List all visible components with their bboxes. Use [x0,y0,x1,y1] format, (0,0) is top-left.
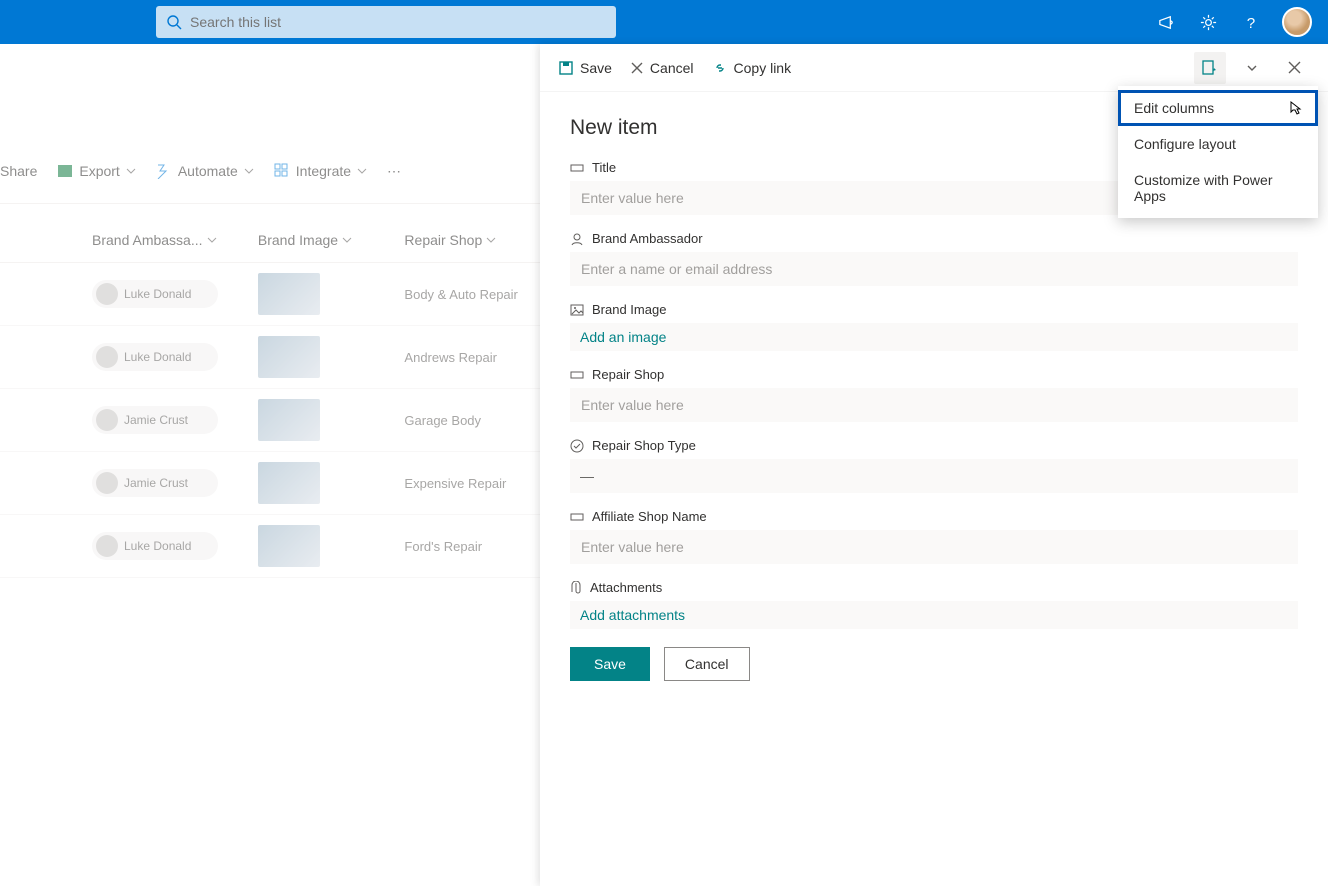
sidebar-item-label: Share [0,163,37,179]
text-icon [570,511,584,523]
thumb-image [258,399,320,441]
automate-button: Automate [156,163,254,179]
panel-command-bar: Save Cancel Copy link [540,44,1328,92]
link-icon [712,60,728,76]
choice-icon [570,439,584,453]
close-icon [630,61,644,75]
customize-powerapps-menu-item[interactable]: Customize with Power Apps [1118,162,1318,214]
excel-icon [57,163,73,179]
chevron-down-icon [244,166,254,176]
edit-form-icon [1201,59,1219,77]
save-label: Save [580,60,612,76]
field-label: Repair Shop Type [592,438,696,453]
field-label: Brand Ambassador [592,231,703,246]
suite-header: ? [0,0,1328,44]
close-icon [1287,60,1302,75]
megaphone-icon[interactable] [1156,12,1176,32]
field-label: Repair Shop [592,367,664,382]
chevron-down-icon [357,166,367,176]
field-label: Brand Image [592,302,666,317]
export-button: Export [57,163,135,179]
repair-type-select[interactable]: — [570,459,1298,493]
field-label: Attachments [590,580,662,595]
cancel-label: Cancel [650,60,694,76]
thumb-image [258,462,320,504]
repair-shop-input[interactable] [570,388,1298,422]
customize-form-chevron[interactable] [1236,52,1268,84]
copy-link-label: Copy link [734,60,792,76]
more-icon: ⋯ [387,163,401,180]
flow-icon [156,163,172,179]
text-icon [570,162,584,174]
grid-icon [274,163,290,179]
configure-layout-menu-item[interactable]: Configure layout [1118,126,1318,162]
cursor-icon [1286,100,1304,120]
copy-link-button[interactable]: Copy link [712,60,792,76]
ambassador-input[interactable] [570,252,1298,286]
help-icon[interactable]: ? [1240,12,1260,32]
cancel-button[interactable]: Cancel [664,647,750,681]
list-header: Brand Ambassa... Brand Image Repair Shop [0,204,540,263]
save-icon [558,60,574,76]
save-button[interactable]: Save [558,60,612,76]
image-icon [570,304,584,316]
close-panel-button[interactable] [1278,52,1310,84]
chevron-down-icon [342,235,352,245]
share-button: Share [0,163,37,179]
chevron-down-icon [126,166,136,176]
thumb-image [258,273,320,315]
edit-columns-menu-item[interactable]: Edit columns [1118,90,1318,126]
thumb-image [258,336,320,378]
table-row: Luke Donald Ford's Repair [0,515,540,578]
table-row: Luke Donald Body & Auto Repair [0,263,540,326]
search-input[interactable] [190,14,606,30]
cancel-button[interactable]: Cancel [630,60,694,76]
chevron-down-icon [207,235,217,245]
search-box[interactable] [156,6,616,38]
add-image-button[interactable]: Add an image [570,323,1298,351]
customize-menu: Edit columns Configure layout Customize … [1118,86,1318,218]
field-label: Title [592,160,616,175]
text-icon [570,369,584,381]
person-icon [570,232,584,246]
field-label: Affiliate Shop Name [592,509,707,524]
avatar[interactable] [1282,7,1312,37]
customize-form-button[interactable] [1194,52,1226,84]
attachment-icon [570,581,582,595]
search-icon [166,14,182,30]
table-row: Jamie Crust Expensive Repair [0,452,540,515]
svg-text:?: ? [1246,15,1254,32]
list-backdrop: Share Export Automate Integrate ⋯ Brand … [0,44,540,886]
chevron-down-icon [486,235,496,245]
save-button[interactable]: Save [570,647,650,681]
gear-icon[interactable] [1198,12,1218,32]
thumb-image [258,525,320,567]
chevron-down-icon [1246,62,1258,74]
table-row: Jamie Crust Garage Body [0,389,540,452]
affiliate-input[interactable] [570,530,1298,564]
integrate-button: Integrate [274,163,367,179]
add-attachments-button[interactable]: Add attachments [570,601,1298,629]
table-row: Luke Donald Andrews Repair [0,326,540,389]
